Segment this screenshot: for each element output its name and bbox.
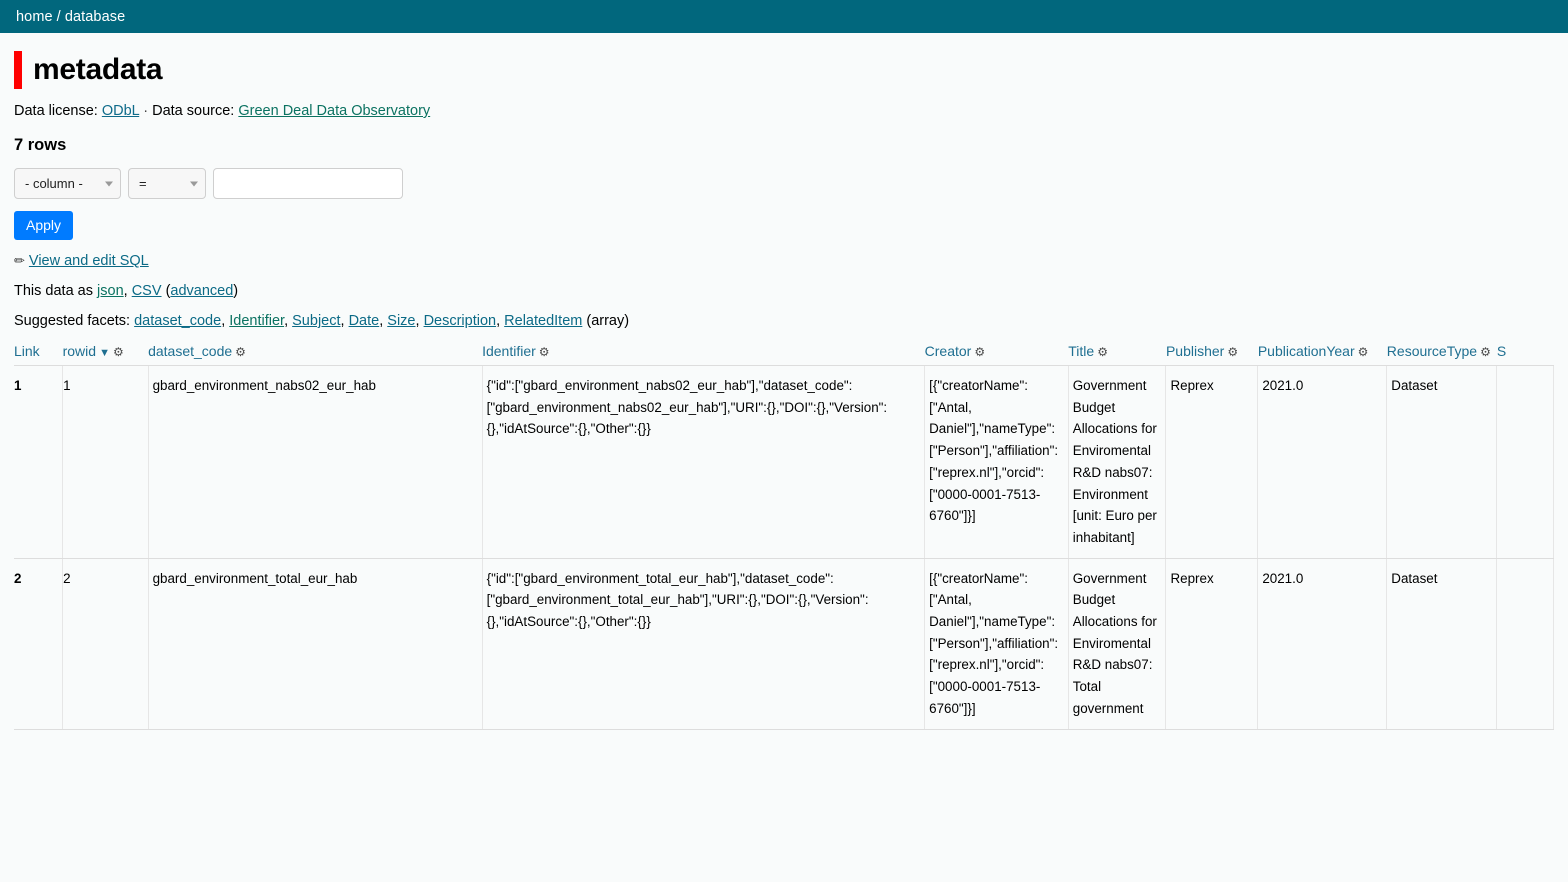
- source-link[interactable]: Green Deal Data Observatory: [238, 103, 430, 119]
- export-csv-link[interactable]: CSV: [132, 283, 162, 299]
- chevron-down-icon: [190, 181, 198, 186]
- license-label: Data license:: [14, 103, 98, 119]
- table-scroll-container[interactable]: Link rowid ▼ ⚙ dataset_code ⚙ Identifier ⚙ C…: [14, 343, 1554, 730]
- column-header-label: S: [1496, 343, 1507, 359]
- column-header-rowid[interactable]: rowid ▼ ⚙: [62, 343, 149, 366]
- cell-publicationyear: 2021.0: [1257, 365, 1388, 559]
- facet-size[interactable]: Size: [387, 313, 415, 329]
- table-header-row: Link rowid ▼ ⚙ dataset_code ⚙ Identifier ⚙ C…: [14, 343, 1554, 366]
- gear-icon[interactable]: ⚙: [1227, 345, 1238, 359]
- column-header-label: rowid: [62, 343, 97, 359]
- cell-creator: [{"creatorName":["Antal, Daniel"],"nameT…: [924, 365, 1069, 559]
- export-json-link[interactable]: json: [97, 283, 124, 299]
- breadcrumb-home[interactable]: home: [16, 9, 53, 25]
- facet-identifier[interactable]: Identifier: [229, 313, 284, 329]
- filter-operator-value: =: [139, 176, 147, 191]
- breadcrumb-separator: /: [56, 8, 61, 25]
- column-header-resourcetype[interactable]: ResourceType ⚙: [1386, 343, 1497, 366]
- breadcrumb-bar: home / database: [0, 0, 1568, 33]
- cell-creator: [{"creatorName":["Antal, Daniel"],"nameT…: [924, 558, 1069, 730]
- cell-title: Government Budget Allocations for Enviro…: [1068, 365, 1167, 559]
- facet-description[interactable]: Description: [424, 313, 497, 329]
- column-header-label: Publisher: [1165, 343, 1225, 359]
- filter-row: - column - =: [14, 168, 1554, 199]
- column-header-label: Title: [1068, 343, 1095, 359]
- export-close-paren: ): [233, 283, 239, 299]
- column-header-identifier[interactable]: Identifier ⚙: [482, 343, 925, 366]
- column-header-title[interactable]: Title ⚙: [1068, 343, 1166, 366]
- export-links-row: This data as json, CSV (advanced): [14, 283, 1554, 299]
- facet-dataset_code[interactable]: dataset_code: [134, 313, 221, 329]
- accent-bar: [14, 51, 22, 89]
- column-header-link: Link: [14, 343, 63, 366]
- column-header-label: PublicationYear: [1257, 343, 1355, 359]
- cell-truncated: [1496, 558, 1554, 730]
- gear-icon[interactable]: ⚙: [113, 345, 124, 359]
- facet-relateditem[interactable]: RelatedItem: [504, 313, 582, 329]
- cell-link[interactable]: 2: [14, 558, 64, 730]
- suggested-facets-label: Suggested facets:: [14, 313, 131, 329]
- filter-column-select[interactable]: - column -: [14, 168, 121, 199]
- dataset-meta-line: Data license: ODbL · Data source: Green …: [14, 103, 1554, 119]
- cell-rowid: 2: [62, 558, 149, 730]
- cell-link[interactable]: 1: [14, 365, 64, 559]
- column-header-publicationyear[interactable]: PublicationYear ⚙: [1257, 343, 1387, 366]
- column-header-truncated[interactable]: S: [1496, 343, 1554, 366]
- cell-identifier: {"id":["gbard_environment_nabs02_eur_hab…: [482, 365, 926, 559]
- chevron-down-icon: [105, 181, 113, 186]
- column-header-dataset_code[interactable]: dataset_code ⚙: [148, 343, 483, 366]
- row-count: 7 rows: [14, 136, 67, 154]
- gear-icon[interactable]: ⚙: [974, 345, 985, 359]
- apply-button[interactable]: Apply: [14, 211, 74, 240]
- cell-title: Government Budget Allocations for Enviro…: [1068, 558, 1167, 730]
- export-advanced-link[interactable]: advanced: [170, 283, 233, 299]
- source-label: Data source:: [152, 103, 235, 119]
- facet-subject[interactable]: Subject: [292, 313, 340, 329]
- export-comma: ,: [123, 283, 128, 299]
- column-header-publisher[interactable]: Publisher ⚙: [1165, 343, 1258, 366]
- column-header-creator[interactable]: Creator ⚙: [924, 343, 1069, 366]
- cell-dataset_code: gbard_environment_total_eur_hab: [148, 558, 483, 730]
- filter-operator-select[interactable]: =: [128, 168, 206, 199]
- view-edit-sql-row: ✏ View and edit SQL: [14, 253, 1554, 269]
- column-header-label: ResourceType: [1386, 343, 1478, 359]
- cell-identifier: {"id":["gbard_environment_total_eur_hab"…: [482, 558, 926, 730]
- facet-date[interactable]: Date: [349, 313, 380, 329]
- table-body: 1 1 gbard_environment_nabs02_eur_hab {"i…: [14, 365, 1554, 730]
- meta-separator: ·: [143, 103, 149, 119]
- export-prefix: This data as: [14, 283, 93, 299]
- breadcrumb-database[interactable]: database: [65, 9, 125, 25]
- gear-icon[interactable]: ⚙: [1097, 345, 1108, 359]
- page-title: metadata: [33, 53, 163, 86]
- cell-resourcetype: Dataset: [1386, 365, 1498, 559]
- facet-array-suffix: (array): [586, 313, 630, 329]
- pencil-icon: ✏: [14, 253, 25, 268]
- cell-publicationyear: 2021.0: [1257, 558, 1388, 730]
- cell-dataset_code: gbard_environment_nabs02_eur_hab: [148, 365, 483, 559]
- filter-value-input[interactable]: [213, 168, 403, 199]
- license-link[interactable]: ODbL: [102, 103, 139, 119]
- suggested-facets-row: Suggested facets: dataset_code, Identifi…: [14, 313, 630, 329]
- table-row: 2 2 gbard_environment_total_eur_hab {"id…: [14, 558, 1554, 730]
- cell-publisher: Reprex: [1165, 365, 1259, 559]
- page-title-row: metadata: [14, 51, 1554, 89]
- cell-rowid: 1: [62, 365, 149, 559]
- column-header-label: Identifier: [482, 343, 536, 359]
- view-and-edit-sql-link[interactable]: View and edit SQL: [29, 253, 149, 269]
- cell-resourcetype: Dataset: [1386, 558, 1498, 730]
- gear-icon[interactable]: ⚙: [235, 345, 246, 359]
- page-body: metadata Data license: ODbL · Data sourc…: [0, 51, 1568, 730]
- column-header-label: Link: [14, 343, 40, 359]
- results-table: Link rowid ▼ ⚙ dataset_code ⚙ Identifier ⚙ C…: [14, 343, 1554, 730]
- cell-truncated: [1496, 365, 1554, 559]
- table-row: 1 1 gbard_environment_nabs02_eur_hab {"i…: [14, 365, 1554, 559]
- cell-publisher: Reprex: [1165, 558, 1259, 730]
- gear-icon[interactable]: ⚙: [1480, 345, 1491, 359]
- gear-icon[interactable]: ⚙: [539, 345, 550, 359]
- gear-icon[interactable]: ⚙: [1358, 345, 1369, 359]
- column-header-label: Creator: [924, 343, 972, 359]
- sort-desc-icon: ▼: [99, 347, 110, 359]
- filter-column-value: - column -: [25, 176, 83, 191]
- column-header-label: dataset_code: [148, 343, 233, 359]
